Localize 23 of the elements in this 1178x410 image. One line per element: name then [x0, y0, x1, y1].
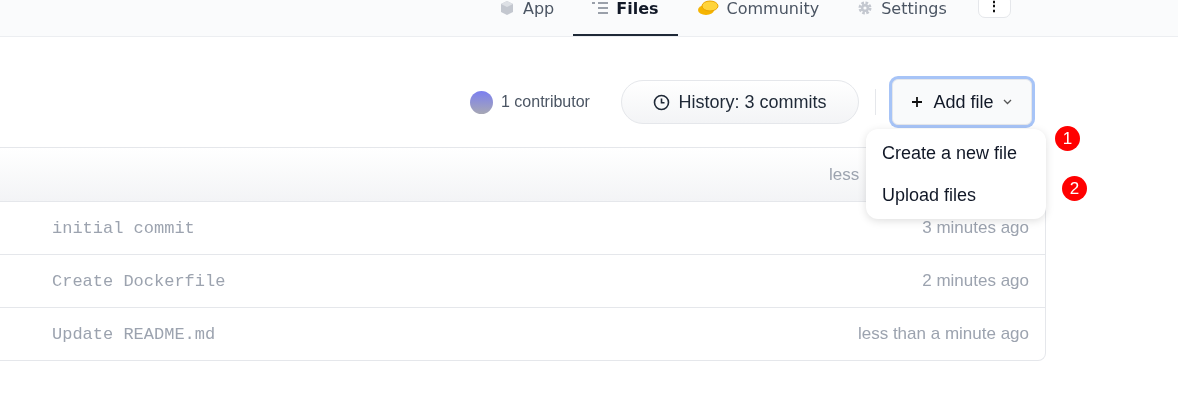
list-icon: [592, 1, 609, 15]
history-button[interactable]: History: 3 commits: [620, 80, 859, 124]
coins-icon: [696, 0, 719, 16]
commit-time: less than a minute ago: [857, 324, 1029, 344]
tab[interactable]: Community: [677, 0, 839, 36]
header-time: less: [829, 164, 860, 185]
number-marker: 1: [1055, 126, 1080, 151]
contributor-count[interactable]: 1 contributor: [501, 93, 590, 111]
menu-item[interactable]: Upload files: [866, 174, 1046, 216]
clock-icon: [653, 93, 671, 111]
menu-item[interactable]: Create a new file: [866, 132, 1046, 174]
number-marker: 2: [1062, 176, 1087, 201]
caret-icon: [1003, 99, 1013, 105]
avatar: [470, 90, 493, 114]
more-button[interactable]: ⋮: [977, 0, 1011, 18]
tab[interactable]: App: [480, 0, 574, 36]
commit-time: 3 minutes ago: [922, 218, 1029, 238]
add-file-button[interactable]: Add file: [891, 79, 1032, 125]
cube-icon: [499, 0, 515, 16]
tab[interactable]: Files: [573, 0, 678, 36]
tab[interactable]: Settings: [838, 0, 966, 36]
commit-time: 2 minutes ago: [922, 271, 1029, 291]
plus-icon: [911, 96, 924, 108]
